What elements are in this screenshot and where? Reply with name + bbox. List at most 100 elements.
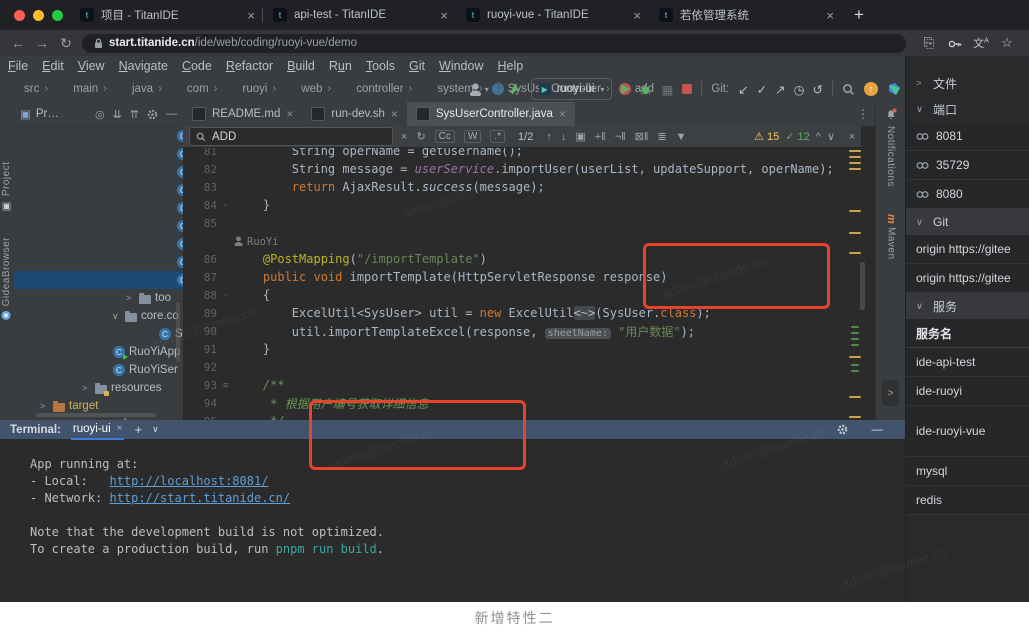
tree-row[interactable]: S <box>14 181 183 199</box>
editor-tab[interactable]: README.md × <box>183 102 302 126</box>
close-tab-icon[interactable]: × <box>391 107 398 121</box>
tree-row[interactable]: S <box>14 271 183 289</box>
find-option-icon[interactable]: ▼ <box>676 131 687 143</box>
find-option-icon[interactable]: W <box>464 130 481 143</box>
browser-tab[interactable]: t 若依管理系统 × <box>649 0 842 30</box>
browser-tab[interactable]: t ruoyi-vue - TitanIDE × <box>456 0 649 30</box>
tool-tab-notifications[interactable]: Notifications <box>885 126 896 187</box>
editor-tab-options-icon[interactable]: ⋮ <box>857 107 869 121</box>
find-option-icon[interactable]: .* <box>490 130 505 143</box>
close-terminal-tab-icon[interactable]: × <box>117 423 123 434</box>
menu-item[interactable]: File <box>8 59 28 73</box>
git-action-icon[interactable]: ✓ <box>757 82 767 97</box>
password-key-icon[interactable] <box>942 36 968 51</box>
minimize-window-button[interactable] <box>33 10 44 21</box>
tool-tab-project[interactable]: ▣Project <box>1 162 12 212</box>
terminal-dropdown-icon[interactable]: ∨ <box>152 424 159 435</box>
find-option-icon[interactable]: 1/2 <box>518 131 533 143</box>
tree-row[interactable]: S <box>14 217 183 235</box>
close-tab-icon[interactable]: × <box>826 8 834 23</box>
editor-tab[interactable]: SysUserController.java × <box>407 102 575 126</box>
breadcrumb-item[interactable]: ruoyi <box>209 83 268 95</box>
find-option-icon[interactable]: Cc <box>435 130 455 143</box>
close-tab-icon[interactable]: × <box>247 8 255 23</box>
expand-all-icon[interactable]: ⇊ <box>113 108 122 121</box>
hide-terminal-icon[interactable]: — <box>872 424 884 436</box>
new-terminal-button[interactable]: + <box>134 422 142 437</box>
port-item[interactable]: 35729 <box>906 151 1029 180</box>
new-tab-button[interactable]: + <box>848 4 870 26</box>
find-option-icon[interactable]: ↻ <box>416 130 425 143</box>
tree-expand-arrow[interactable]: ∨ <box>112 311 121 322</box>
close-tab-icon[interactable]: × <box>633 8 641 23</box>
user-menu-button[interactable]: ▾ <box>469 83 489 96</box>
tree-row[interactable]: S <box>14 199 183 217</box>
coverage-button[interactable]: ▦ <box>661 82 673 97</box>
tree-hscrollbar[interactable] <box>36 413 156 417</box>
tree-row[interactable]: S <box>14 253 183 271</box>
tree-row[interactable]: S <box>14 235 183 253</box>
tree-scrollbar[interactable] <box>176 302 180 362</box>
next-problem-icon[interactable]: ∨ <box>827 130 835 143</box>
build-hammer-icon[interactable] <box>508 82 522 96</box>
menu-item[interactable]: Tools <box>366 59 395 73</box>
service-item[interactable]: ide-ruoyi-vue <box>906 406 1029 457</box>
tree-expand-arrow[interactable]: > <box>82 383 91 393</box>
address-bar[interactable]: start.titanide.cn/ide/web/coding/ruoyi-v… <box>82 34 906 53</box>
tree-row[interactable]: S <box>14 163 183 181</box>
breadcrumb-item[interactable]: main <box>39 83 98 95</box>
git-remote-item[interactable]: origin https://gitee <box>906 235 1029 264</box>
stop-button[interactable] <box>682 84 692 94</box>
tree-row[interactable]: S <box>14 145 183 163</box>
find-option-icon[interactable]: × <box>401 131 407 143</box>
git-action-icon[interactable]: ↗ <box>775 82 785 97</box>
close-find-bar-icon[interactable]: × <box>849 131 855 143</box>
find-option-icon[interactable]: ↓ <box>561 131 567 143</box>
back-button[interactable]: ← <box>6 35 30 51</box>
close-window-button[interactable] <box>14 10 25 21</box>
debug-button[interactable] <box>639 83 652 96</box>
translate-icon[interactable]: 文A <box>968 35 994 51</box>
breadcrumb-item[interactable]: java <box>98 83 153 95</box>
titanide-gem-icon[interactable] <box>887 82 901 96</box>
find-option-icon[interactable]: +ǁ <box>595 131 606 143</box>
update-available-icon[interactable]: ↑ <box>864 82 878 96</box>
project-panel-title[interactable]: ▣Pr… <box>20 107 59 121</box>
breadcrumb-item[interactable]: src <box>8 83 39 95</box>
menu-item[interactable]: Window <box>439 59 483 73</box>
menu-item[interactable]: Edit <box>42 59 64 73</box>
git-action-icon[interactable]: ↙ <box>738 82 748 97</box>
hide-panel-icon[interactable]: — <box>166 108 177 120</box>
save-page-icon[interactable]: ⎘ <box>916 35 942 51</box>
menu-item[interactable]: Run <box>329 59 352 73</box>
git-remote-item[interactable]: origin https://gitee <box>906 264 1029 293</box>
section-services[interactable]: ∨ 服务 <box>906 293 1029 319</box>
port-item[interactable]: 8081 <box>906 122 1029 151</box>
forward-button[interactable]: → <box>30 35 54 51</box>
breadcrumb-item[interactable]: controller <box>322 83 403 95</box>
port-item[interactable]: 8080 <box>906 180 1029 209</box>
find-option-icon[interactable]: ⊠ǁ <box>635 130 649 143</box>
editor-tab[interactable]: run-dev.sh × <box>302 102 407 126</box>
terminal-token[interactable]: http://start.titanide.cn/ <box>109 491 290 505</box>
breadcrumb-item[interactable]: system <box>404 83 474 95</box>
git-action-icon[interactable]: ↺ <box>813 82 823 97</box>
menu-item[interactable]: Build <box>287 59 315 73</box>
tree-row[interactable]: RuoYiApp <box>14 343 183 361</box>
tree-row[interactable]: Swa <box>14 325 183 343</box>
browser-tab[interactable]: t api-test - TitanIDE × <box>263 0 456 30</box>
run-configuration-select[interactable]: ▶ ruoyi-ui ▾ <box>531 78 613 100</box>
find-option-icon[interactable]: ¬ǁ <box>615 131 626 143</box>
run-button[interactable] <box>621 84 630 94</box>
tree-row[interactable]: > resources <box>14 379 183 397</box>
find-option-icon[interactable]: ↑ <box>546 131 552 143</box>
close-tab-icon[interactable]: × <box>440 8 448 23</box>
editor-scrollbar-thumb[interactable] <box>860 262 865 310</box>
menu-item[interactable]: Help <box>497 59 523 73</box>
tree-row[interactable]: > too <box>14 289 183 307</box>
close-tab-icon[interactable]: × <box>559 107 566 121</box>
collapse-all-icon[interactable]: ⇈ <box>130 108 139 121</box>
terminal-settings-gear-icon[interactable] <box>837 424 848 435</box>
inspections-widget[interactable]: ⚠ 15 ✓ 12 ^ ∨ <box>754 130 835 143</box>
notifications-bell-icon[interactable] <box>885 108 897 120</box>
